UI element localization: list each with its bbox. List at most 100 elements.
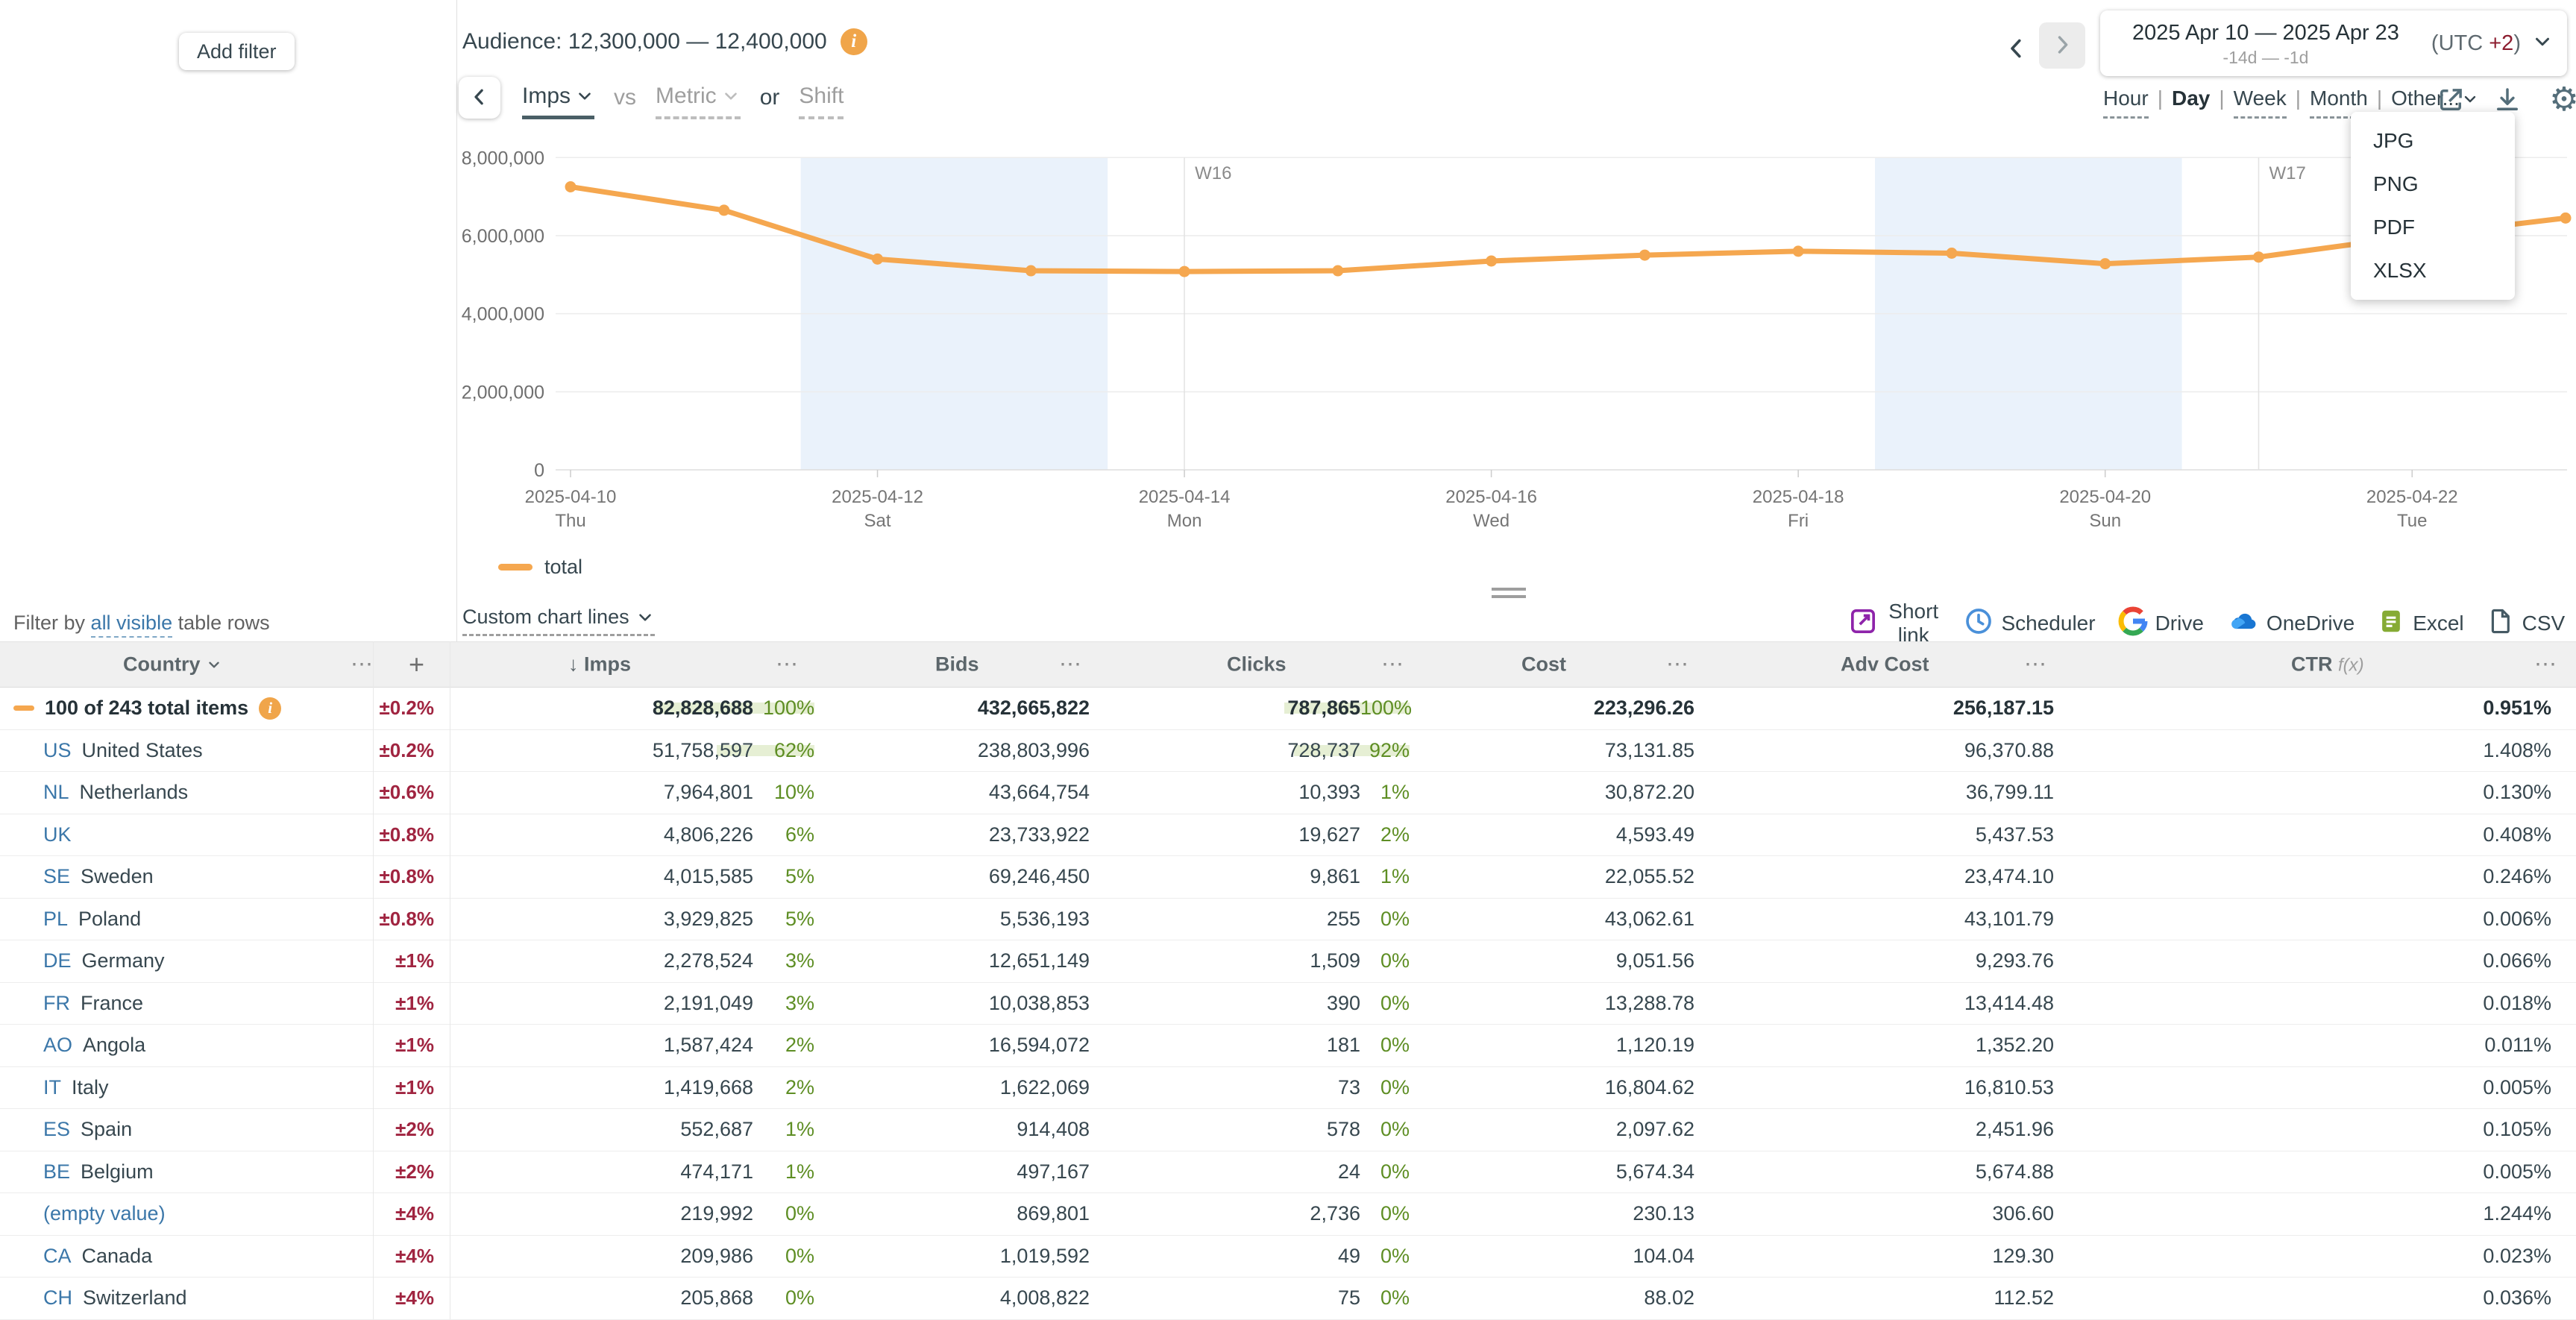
column-header-ctr[interactable]: CTR f(x): [2291, 653, 2364, 676]
country-code-link[interactable]: IT: [43, 1076, 61, 1099]
clicks-value: 24: [1096, 1160, 1360, 1184]
table-row[interactable]: AOAngola±1%1,587,4242%16,594,0721810%1,1…: [0, 1025, 2576, 1067]
filter-by-suffix: table rows: [178, 612, 270, 634]
cost-cell: 2,097.62: [1417, 1118, 1700, 1141]
country-code-link[interactable]: PL: [43, 908, 68, 931]
country-code-link[interactable]: UK: [43, 823, 72, 846]
audience-info-icon[interactable]: i: [841, 28, 867, 55]
chart-settings-button[interactable]: ⚙: [2546, 82, 2576, 118]
column-menu-clicks[interactable]: ⋯: [1381, 652, 1404, 678]
onedrive-button[interactable]: OneDrive: [2226, 605, 2354, 643]
short-link-button[interactable]: Short link: [1848, 600, 1941, 647]
all-visible-link[interactable]: all visible: [91, 612, 173, 638]
country-code-link[interactable]: AO: [43, 1034, 72, 1057]
export-option-jpg[interactable]: JPG: [2351, 119, 2515, 163]
clicks-percent: 2%: [1360, 823, 1410, 846]
column-menu-imps[interactable]: ⋯: [776, 652, 798, 678]
column-menu-ctr[interactable]: ⋯: [2534, 652, 2557, 678]
excel-button[interactable]: Excel: [2377, 607, 2463, 641]
country-code-link[interactable]: DE: [43, 949, 72, 972]
clicks-percent: 1%: [1360, 781, 1410, 804]
column-header-country[interactable]: Country: [123, 653, 222, 676]
add-filter-button[interactable]: Add filter: [179, 33, 295, 70]
csv-button[interactable]: CSV: [2487, 607, 2566, 641]
table-row[interactable]: ITItaly±1%1,419,6682%1,622,069730%16,804…: [0, 1067, 2576, 1110]
granularity-option-hour[interactable]: Hour: [2103, 87, 2149, 119]
column-header-cost[interactable]: Cost: [1521, 653, 1566, 676]
granularity-option-day[interactable]: Day: [2172, 87, 2210, 116]
metric-selector-row: Imps vs Metric or Shift: [522, 84, 844, 119]
country-name: United States: [82, 739, 203, 762]
shift-selector[interactable]: Shift: [799, 84, 844, 119]
total-info-icon[interactable]: i: [259, 697, 281, 720]
granularity-option-week[interactable]: Week: [2234, 87, 2287, 119]
table-row[interactable]: PLPoland±0.8%3,929,8255%5,536,1932550%43…: [0, 899, 2576, 941]
table-row[interactable]: ESSpain±2%552,6871%914,4085780%2,097.622…: [0, 1109, 2576, 1151]
country-code-link[interactable]: ES: [43, 1118, 70, 1141]
table-row[interactable]: UK±0.8%4,806,2266%23,733,92219,6272%4,59…: [0, 814, 2576, 857]
custom-chart-lines-dropdown[interactable]: Custom chart lines: [462, 606, 655, 636]
clicks-value: 9,861: [1096, 865, 1360, 888]
chart-legend[interactable]: total: [498, 556, 582, 579]
imps-cell: 474,1711%: [447, 1160, 820, 1184]
clicks-value: 19,627: [1096, 823, 1360, 846]
clicks-percent: 0%: [1360, 1118, 1410, 1141]
scheduler-button[interactable]: Scheduler: [1964, 606, 2095, 641]
country-code-link[interactable]: SE: [43, 865, 70, 888]
export-option-xlsx[interactable]: XLSX: [2351, 249, 2515, 292]
country-code-link[interactable]: US: [43, 739, 72, 762]
csv-icon: [2487, 607, 2515, 641]
x-axis-weekday-label: Sun: [2089, 511, 2121, 531]
imps-value: 2,191,049: [447, 992, 753, 1015]
table-row[interactable]: CACanada±4%209,9860%1,019,592490%104.041…: [0, 1236, 2576, 1278]
table-row[interactable]: FRFrance±1%2,191,0493%10,038,8533900%13,…: [0, 983, 2576, 1025]
table-row[interactable]: (empty value)±4%219,9920%869,8012,7360%2…: [0, 1193, 2576, 1236]
date-range-picker[interactable]: 2025 Apr 10 — 2025 Apr 23 -14d — -1d (UT…: [2100, 10, 2567, 76]
next-range-button[interactable]: [2039, 22, 2085, 69]
table-row[interactable]: NLNetherlands±0.6%7,964,80110%43,664,754…: [0, 772, 2576, 814]
column-header-clicks[interactable]: Clicks: [1227, 653, 1287, 676]
country-code-link[interactable]: CA: [43, 1245, 72, 1268]
country-code-link[interactable]: CH: [43, 1286, 72, 1310]
table-row[interactable]: DEGermany±1%2,278,5243%12,651,1491,5090%…: [0, 940, 2576, 983]
country-name: Sweden: [81, 865, 154, 888]
table-row[interactable]: USUnited States±0.2%51,758,59762%238,803…: [0, 730, 2576, 773]
clicks-percent: 0%: [1360, 1034, 1410, 1057]
column-header-adv-cost[interactable]: Adv Cost: [1841, 653, 1929, 676]
chart-table-resize-handle[interactable]: [1492, 588, 1526, 603]
back-button[interactable]: [459, 77, 500, 119]
column-menu-bids[interactable]: ⋯: [1059, 652, 1081, 678]
bids-cell: 5,536,193: [820, 908, 1096, 931]
imps-percent: 10%: [753, 781, 814, 804]
drive-button[interactable]: Drive: [2118, 606, 2204, 641]
primary-metric-selector[interactable]: Imps: [522, 84, 594, 119]
country-code-link[interactable]: BE: [43, 1160, 70, 1184]
export-option-png[interactable]: PNG: [2351, 163, 2515, 206]
export-option-pdf[interactable]: PDF: [2351, 206, 2515, 249]
imps-value: 219,992: [447, 1202, 753, 1225]
x-axis-weekday-label: Fri: [1788, 511, 1809, 531]
column-menu-cost[interactable]: ⋯: [1666, 652, 1688, 678]
table-row[interactable]: BEBelgium±2%474,1711%497,167240%5,674.34…: [0, 1151, 2576, 1194]
column-menu-country[interactable]: ⋯: [351, 652, 373, 678]
bids-cell: 4,008,822: [820, 1286, 1096, 1310]
compare-metric-selector[interactable]: Metric: [656, 84, 741, 119]
date-range-main: 2025 Apr 10 — 2025 Apr 23 -14d — -1d: [2100, 19, 2431, 68]
data-point: [1946, 248, 1957, 259]
imps-percent: 3%: [753, 949, 814, 972]
column-header-bids[interactable]: Bids: [935, 653, 979, 676]
imps-percent: 1%: [753, 1160, 814, 1184]
table-total-row[interactable]: 100 of 243 total itemsi±0.2%82,828,68810…: [0, 688, 2576, 730]
country-code-link[interactable]: NL: [43, 781, 69, 804]
x-axis-date-label: 2025-04-14: [1139, 487, 1231, 507]
previous-range-button[interactable]: [1999, 31, 2035, 67]
timeseries-chart[interactable]: 02,000,0004,000,0006,000,0008,000,000W16…: [456, 127, 2576, 544]
column-header-imps[interactable]: ↓ Imps: [568, 653, 631, 676]
column-menu-adv-cost[interactable]: ⋯: [2024, 652, 2046, 678]
add-column-button[interactable]: +: [409, 649, 424, 680]
data-point: [565, 181, 577, 192]
table-row[interactable]: SESweden±0.8%4,015,5855%69,246,4509,8611…: [0, 856, 2576, 899]
add-filter-label: Add filter: [197, 40, 277, 63]
table-row[interactable]: CHSwitzerland±4%205,8680%4,008,822750%88…: [0, 1277, 2576, 1320]
country-code-link[interactable]: FR: [43, 992, 70, 1015]
